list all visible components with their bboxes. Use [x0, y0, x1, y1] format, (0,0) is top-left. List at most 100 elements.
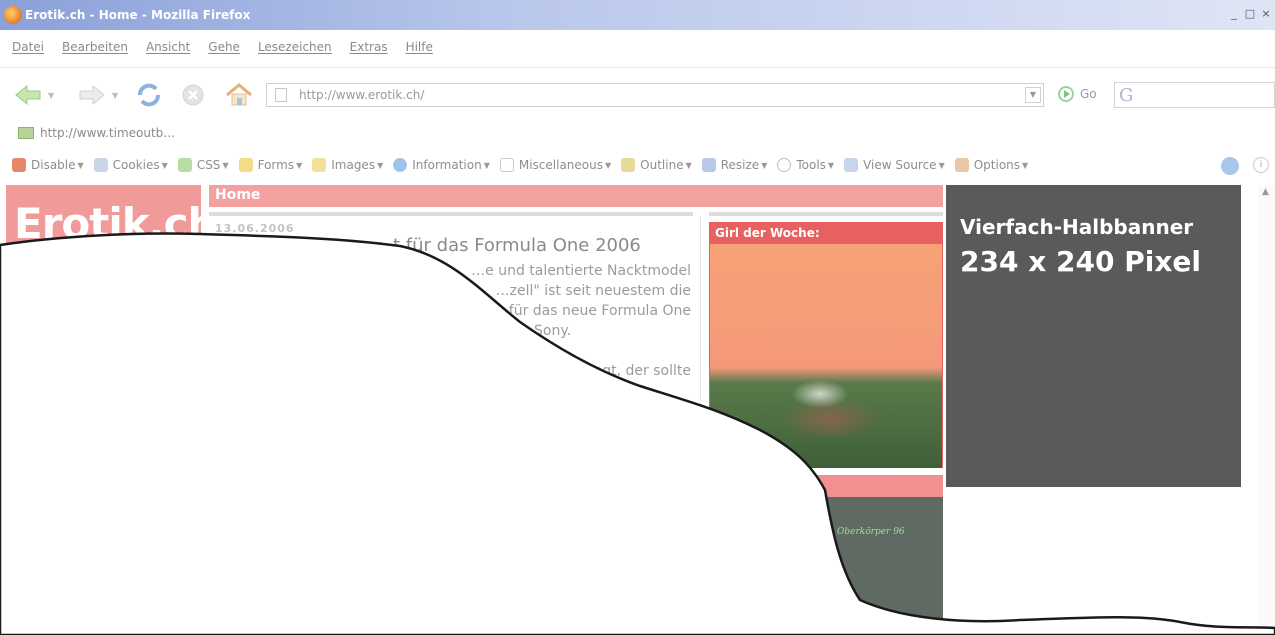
bookmark-favicon	[18, 127, 34, 139]
navigation-toolbar: ▼ ▼ http://www.erotik.ch/ ▼ Go G	[0, 75, 1275, 115]
css-icon	[177, 158, 192, 172]
article-line	[215, 341, 691, 361]
google-search-icon[interactable]: G	[1119, 85, 1133, 106]
validation-check-icon[interactable]	[1221, 157, 1239, 175]
chevron-down-icon: ▼	[77, 160, 84, 170]
second-feature-box[interactable]: : Oberkörper 96	[709, 475, 943, 635]
firefox-icon	[4, 6, 22, 24]
disable-label: Disable	[31, 158, 76, 172]
headline-text: …t für das Formula One 2006	[375, 235, 641, 256]
forms-label: Forms	[257, 158, 295, 172]
search-box[interactable]: G	[1114, 82, 1275, 108]
css-label: CSS	[196, 158, 221, 172]
sidebar-divider	[709, 212, 943, 216]
window-title-bar: Erotik.ch - Home - Mozilla Firefox _ □ ×	[0, 0, 1275, 30]
chevron-down-icon: ▼	[685, 160, 692, 170]
chevron-down-icon: ▼	[161, 160, 168, 170]
menu-bearbeiten[interactable]: Bearbeiten	[62, 40, 128, 64]
menu-gehe[interactable]: Gehe	[208, 40, 240, 64]
window-title: Erotik.ch - Home - Mozilla Firefox	[25, 8, 251, 22]
menu-extras[interactable]: Extras	[350, 40, 388, 64]
girl-box-label: Girl der Woche:	[715, 226, 820, 240]
miscellaneous-menu[interactable]: Miscellaneous ▼	[499, 158, 612, 172]
outline-menu[interactable]: Outline ▼	[621, 158, 692, 172]
menu-bar: Datei Bearbeiten Ansicht Gehe Lesezeiche…	[0, 40, 451, 64]
forms-icon	[238, 158, 253, 172]
home-button[interactable]	[224, 80, 254, 110]
cookies-icon	[93, 158, 108, 172]
feature-image-text: Oberkörper 96	[837, 527, 905, 537]
information-icon	[393, 158, 408, 172]
stop-icon	[182, 84, 204, 106]
view-source-icon	[844, 158, 859, 172]
images-menu[interactable]: Images ▼	[312, 158, 383, 172]
reload-icon	[138, 83, 160, 107]
menu-ansicht[interactable]: Ansicht	[146, 40, 190, 64]
chevron-down-icon: ▼	[827, 160, 835, 170]
forward-dropdown-icon[interactable]: ▼	[112, 91, 118, 100]
forms-menu[interactable]: Forms ▼	[238, 158, 303, 172]
info-status-icon[interactable]: i	[1253, 157, 1269, 173]
menu-hilfe[interactable]: Hilfe	[406, 40, 433, 64]
information-label: Information	[412, 158, 482, 172]
section-title: Home	[215, 187, 261, 203]
view-source-menu[interactable]: View Source ▼	[844, 158, 945, 172]
site-logo[interactable]: Erotik.ch	[6, 185, 201, 245]
resize-label: Resize	[720, 158, 760, 172]
chevron-down-icon: ▼	[1022, 160, 1029, 170]
home-icon	[226, 83, 252, 106]
maximize-button[interactable]: □	[1243, 7, 1257, 21]
girl-of-the-week-box[interactable]: Girl der Woche:	[709, 222, 943, 468]
forward-button[interactable]: ▼	[78, 80, 118, 110]
web-page: Erotik.ch Home 13.06.2006 …t für das For…	[0, 185, 1275, 635]
images-label: Images	[331, 158, 376, 172]
go-label: Go	[1080, 87, 1097, 101]
banner-line-1: Vierfach-Halbbanner	[960, 215, 1194, 239]
article-line: …zell" ist seit neuestem die	[495, 283, 691, 299]
options-label: Options	[973, 158, 1021, 172]
back-button[interactable]: ▼	[14, 80, 54, 110]
minimize-button[interactable]: _	[1227, 7, 1241, 21]
disable-menu[interactable]: Disable ▼	[12, 158, 84, 172]
resize-menu[interactable]: Resize ▼	[701, 158, 768, 172]
article-date: 13.06.2006	[215, 222, 295, 235]
go-button[interactable]: Go	[1058, 86, 1097, 102]
stop-button[interactable]	[180, 80, 206, 110]
ad-banner[interactable]: Vierfach-Halbbanner 234 x 240 Pixel	[946, 185, 1241, 487]
chevron-down-icon: ▼	[483, 160, 490, 170]
section-header: Home	[209, 185, 943, 207]
reload-button[interactable]	[134, 80, 164, 110]
feature-image[interactable]: Oberkörper 96	[819, 497, 943, 635]
chevron-down-icon: ▼	[605, 160, 612, 170]
logo-text: Erotik.ch	[14, 199, 201, 245]
chevron-down-icon: ▼	[377, 160, 384, 170]
web-developer-toolbar: Disable ▼ Cookies ▼ CSS ▼ Forms ▼ Images ▼ In…	[0, 152, 1275, 178]
images-icon	[312, 158, 327, 172]
scroll-up-icon[interactable]: ▲	[1262, 187, 1269, 197]
miscellaneous-icon	[499, 158, 514, 172]
cookies-menu[interactable]: Cookies ▼	[93, 158, 168, 172]
bookmark-item[interactable]: http://www.timeoutb…	[40, 126, 175, 140]
resize-icon	[701, 158, 716, 172]
forward-arrow-icon	[79, 84, 105, 106]
tools-menu[interactable]: Tools ▼	[777, 158, 834, 172]
address-bar[interactable]: http://www.erotik.ch/ ▼	[266, 83, 1044, 107]
close-button[interactable]: ×	[1259, 7, 1273, 21]
chevron-down-icon: ▼	[222, 160, 229, 170]
url-dropdown-icon[interactable]: ▼	[1025, 87, 1041, 103]
information-menu[interactable]: Information ▼	[393, 158, 490, 172]
menu-datei[interactable]: Datei	[12, 40, 44, 64]
options-icon	[954, 158, 969, 172]
content-divider	[209, 212, 693, 216]
bookmarks-toolbar: http://www.timeoutb…	[0, 120, 175, 146]
menu-lesezeichen[interactable]: Lesezeichen	[258, 40, 332, 64]
options-menu[interactable]: Options ▼	[954, 158, 1029, 172]
girl-photo[interactable]	[710, 244, 942, 468]
chevron-down-icon: ▼	[296, 160, 303, 170]
tools-label: Tools	[796, 158, 826, 172]
chevron-down-icon: ▼	[761, 160, 768, 170]
css-menu[interactable]: CSS ▼	[177, 158, 229, 172]
back-dropdown-icon[interactable]: ▼	[48, 91, 54, 100]
back-arrow-icon	[15, 84, 41, 106]
vertical-scrollbar[interactable]: ▲	[1258, 185, 1275, 635]
